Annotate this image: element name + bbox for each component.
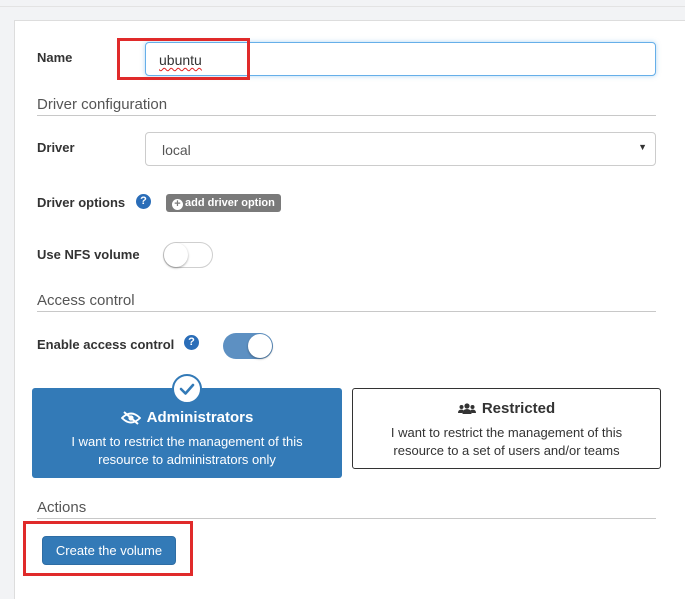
name-input[interactable]: ubuntu (145, 42, 656, 76)
driver-label: Driver (37, 140, 75, 155)
administrators-description: I want to restrict the management of thi… (32, 433, 342, 469)
administrators-desc-line1: I want to restrict the management of thi… (71, 434, 303, 449)
access-control-label: Enable access control (37, 337, 175, 352)
nfs-toggle-knob (164, 243, 188, 267)
question-circle-icon[interactable]: ? (184, 335, 199, 350)
driver-configuration-heading: Driver configuration (37, 96, 168, 113)
create-volume-button[interactable]: Create the volume (42, 536, 176, 565)
administrators-title: Administrators (32, 409, 342, 426)
name-input-value: ubuntu (159, 52, 202, 68)
driver-options-label: Driver options (37, 195, 126, 210)
plus-circle-icon: + (172, 199, 183, 210)
access-section-divider (37, 311, 656, 312)
driver-section-divider (37, 115, 656, 116)
access-control-heading: Access control (37, 292, 135, 309)
name-label: Name (37, 50, 73, 65)
access-control-toggle-knob (248, 334, 272, 358)
add-driver-option-button[interactable]: + add driver option (166, 194, 281, 212)
driver-select-value: local (162, 142, 191, 158)
driver-select[interactable]: local ▼ (145, 132, 656, 166)
administrators-desc-line2: resource to administrators only (98, 452, 276, 467)
actions-heading: Actions (37, 499, 87, 516)
nfs-toggle[interactable] (163, 242, 213, 268)
administrators-title-text: Administrators (146, 409, 254, 426)
restricted-desc-line1: I want to restrict the management of thi… (390, 425, 623, 440)
access-control-toggle[interactable] (223, 333, 273, 359)
selected-check-icon (172, 374, 202, 404)
restricted-desc-line2: resource to a set of users and/or teams (393, 443, 620, 458)
users-icon (457, 402, 476, 414)
eye-slash-icon (120, 410, 141, 425)
restricted-option[interactable]: Restricted I want to restrict the manage… (352, 388, 661, 469)
restricted-title-text: Restricted (481, 400, 556, 417)
add-driver-option-label: add driver option (185, 197, 275, 209)
actions-section-divider (37, 518, 656, 519)
nfs-label: Use NFS volume (37, 247, 140, 262)
top-divider (0, 6, 685, 7)
restricted-title: Restricted (353, 400, 660, 417)
question-circle-icon[interactable]: ? (136, 194, 151, 209)
chevron-down-icon: ▼ (638, 142, 647, 152)
restricted-description: I want to restrict the management of thi… (353, 424, 660, 460)
